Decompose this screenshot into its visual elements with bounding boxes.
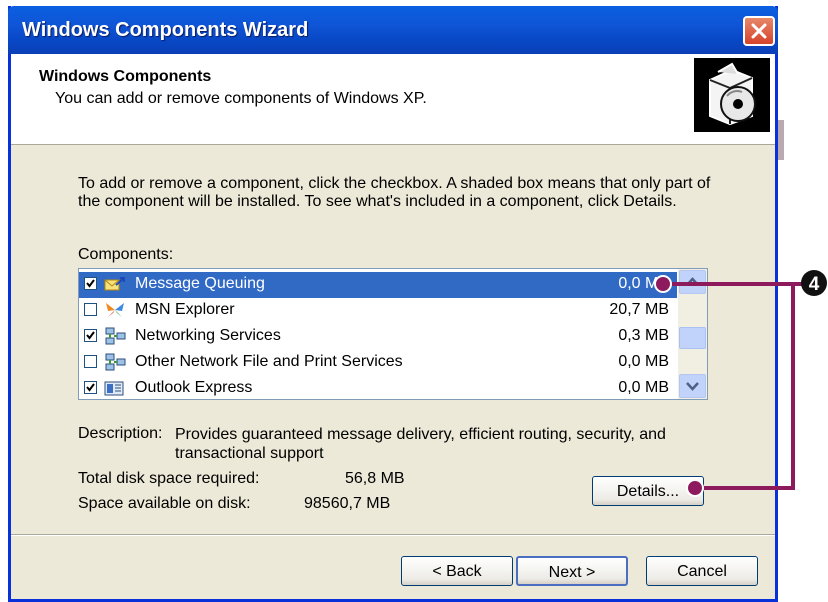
callout-dot — [686, 479, 704, 497]
callout-annotation: 4 — [654, 270, 827, 497]
callout-number: 4 — [809, 274, 820, 295]
callout-dot — [654, 275, 672, 293]
